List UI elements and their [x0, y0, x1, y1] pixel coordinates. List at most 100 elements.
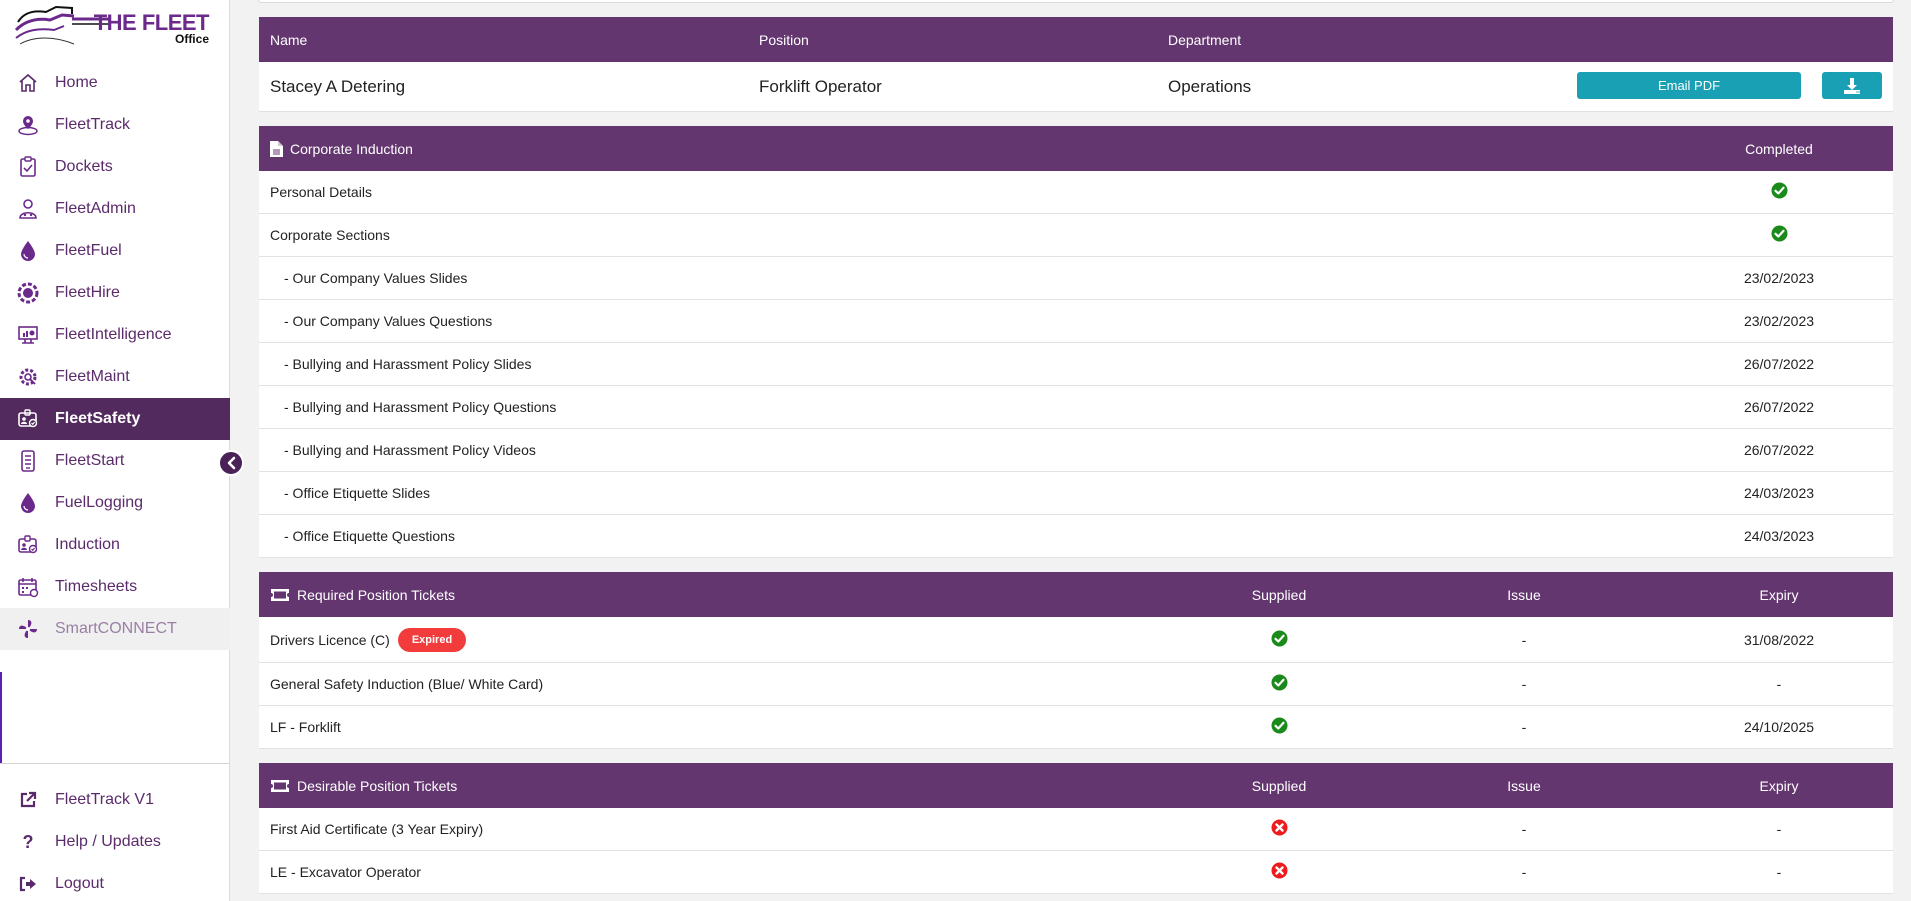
ticket-label-cell: LE - Excavator Operator: [270, 851, 421, 893]
gear-wrench-icon: [17, 366, 39, 388]
ticket-row: LE - Excavator Operator - -: [259, 851, 1893, 894]
desirable-tickets-card: Desirable Position Tickets Supplied Issu…: [259, 763, 1893, 894]
brand-logo[interactable]: THE FLEET Office: [14, 4, 214, 48]
employee-name: Stacey A Detering: [270, 76, 406, 96]
sidebar-item-help-updates[interactable]: ? Help / Updates: [0, 821, 230, 863]
induction-row: - Our Company Values Questions 23/02/2023: [259, 300, 1893, 343]
sidebar-item-dockets[interactable]: Dockets: [0, 146, 230, 188]
sidebar-item-fleettrack-v1[interactable]: FleetTrack V1: [0, 779, 230, 821]
home-icon: [17, 72, 39, 94]
ticket-name: LE - Excavator Operator: [270, 864, 421, 880]
collapse-sidebar-button[interactable]: [218, 450, 244, 476]
cross-circle-icon: [1271, 862, 1288, 882]
sidebar-item-fleethire[interactable]: FleetHire: [0, 272, 230, 314]
sidebar-item-fleetsafety[interactable]: FleetSafety: [0, 398, 230, 440]
sidebar-item-home[interactable]: Home: [0, 62, 230, 104]
ticket-supplied: [1179, 617, 1379, 662]
induction-item-label: Personal Details: [270, 184, 372, 200]
induction-item-label: - Bullying and Harassment Policy Videos: [284, 442, 536, 458]
question-icon: ?: [22, 831, 34, 852]
ticket-row: General Safety Induction (Blue/ White Ca…: [259, 663, 1893, 706]
check-circle-icon: [1271, 717, 1288, 737]
sidebar-divider: [0, 763, 230, 764]
employee-summary-card: Name Position Department Stacey A Deteri…: [259, 17, 1893, 112]
desirable-tickets-rows: First Aid Certificate (3 Year Expiry) - - L…: [259, 808, 1893, 894]
header-supplied: Supplied: [1251, 586, 1307, 603]
induction-item-completed: 26/07/2022: [1743, 356, 1815, 372]
ticket-issue: -: [1521, 719, 1527, 735]
corporate-induction-card: Corporate Induction Completed Personal D…: [259, 126, 1893, 558]
sidebar-item-fleetstart[interactable]: FleetStart: [0, 440, 230, 482]
ticket-label-cell: General Safety Induction (Blue/ White Ca…: [270, 663, 543, 705]
check-circle-icon: [1271, 630, 1288, 650]
induction-row: - Bullying and Harassment Policy Videos 2…: [259, 429, 1893, 472]
mobile-checklist-icon: [17, 450, 39, 472]
corporate-induction-title: Corporate Induction: [290, 140, 413, 157]
main-nav: Home FleetTrack Dockets FleetAdmin Fleet…: [0, 62, 230, 650]
induction-item-label: - Our Company Values Questions: [284, 313, 493, 329]
induction-row: - Office Etiquette Questions 24/03/2023: [259, 515, 1893, 558]
induction-item-completed: 26/07/2022: [1743, 399, 1815, 415]
sidebar-item-induction[interactable]: Induction: [0, 524, 230, 566]
monitor-chart-icon: [17, 324, 39, 346]
corporate-induction-header: Corporate Induction Completed: [259, 126, 1893, 171]
email-pdf-button[interactable]: Email PDF: [1577, 72, 1801, 99]
download-pdf-button[interactable]: [1822, 72, 1882, 99]
induction-item-label: - Bullying and Harassment Policy Slides: [284, 356, 532, 372]
id-badge-icon: [17, 408, 39, 430]
ticket-icon: [270, 588, 290, 602]
required-tickets-title: Required Position Tickets: [297, 586, 455, 603]
sidebar: THE FLEET Office Home FleetTrack Dockets…: [0, 0, 230, 901]
induction-item-completed: 23/02/2023: [1743, 270, 1815, 286]
ticket-name: General Safety Induction (Blue/ White Ca…: [270, 676, 544, 692]
employee-summary-header: Name Position Department: [259, 17, 1893, 62]
header-department: Department: [1168, 31, 1242, 48]
induction-item-completed: 24/03/2023: [1743, 485, 1815, 501]
sidebar-item-fuellogging[interactable]: FuelLogging: [0, 482, 230, 524]
induction-item-completed: 23/02/2023: [1743, 313, 1815, 329]
ticket-row: Drivers Licence (C) Expired - 31/08/2022: [259, 617, 1893, 663]
induction-item-label: Corporate Sections: [270, 227, 390, 243]
brand-subtitle: Office: [174, 32, 209, 46]
fuel-drop-icon: [17, 240, 39, 262]
header-issue: Issue: [1507, 777, 1541, 794]
download-icon: [1844, 77, 1860, 94]
sidebar-item-fleetmaint[interactable]: FleetMaint: [0, 356, 230, 398]
logout-icon: [17, 873, 39, 895]
bottom-nav: FleetTrack V1 ? Help / Updates Logout: [0, 779, 230, 901]
induction-item-completed: [1679, 171, 1879, 213]
induction-row: - Bullying and Harassment Policy Questio…: [259, 386, 1893, 429]
ticket-expiry: -: [1776, 821, 1782, 837]
document-icon: [270, 140, 283, 157]
check-circle-icon: [1771, 225, 1788, 245]
ticket-name: First Aid Certificate (3 Year Expiry): [270, 821, 484, 837]
sidebar-accent-bar: [0, 672, 2, 764]
sidebar-item-timesheets[interactable]: Timesheets: [0, 566, 230, 608]
induction-item-label: - Office Etiquette Slides: [284, 485, 431, 501]
induction-item-completed: 26/07/2022: [1743, 442, 1815, 458]
sidebar-item-fleetfuel[interactable]: FleetFuel: [0, 230, 230, 272]
ticket-label-cell: First Aid Certificate (3 Year Expiry): [270, 808, 483, 850]
id-badge-icon: [17, 534, 39, 556]
sidebar-item-fleetadmin[interactable]: FleetAdmin: [0, 188, 230, 230]
induction-item-label: - Our Company Values Slides: [284, 270, 468, 286]
fuel-drop-icon: [17, 492, 39, 514]
pinwheel-icon: [17, 618, 39, 640]
sidebar-item-logout[interactable]: Logout: [0, 863, 230, 901]
sidebar-item-fleetintelligence[interactable]: FleetIntelligence: [0, 314, 230, 356]
external-link-icon: [17, 789, 39, 811]
header-name: Name: [270, 31, 308, 48]
employee-department: Operations: [1168, 76, 1252, 96]
required-tickets-rows: Drivers Licence (C) Expired - 31/08/2022 Gen…: [259, 617, 1893, 749]
sidebar-item-smartconnect[interactable]: SmartCONNECT: [0, 608, 230, 650]
ticket-row: First Aid Certificate (3 Year Expiry) - -: [259, 808, 1893, 851]
induction-item-label: - Bullying and Harassment Policy Questio…: [284, 399, 557, 415]
ticket-expiry: 24/10/2025: [1743, 719, 1815, 735]
ticket-issue: -: [1521, 821, 1527, 837]
header-expiry: Expiry: [1759, 777, 1799, 794]
induction-item-completed: [1679, 214, 1879, 256]
header-completed: Completed: [1745, 140, 1813, 157]
sidebar-item-fleettrack[interactable]: FleetTrack: [0, 104, 230, 146]
ticket-issue: -: [1521, 864, 1527, 880]
ticket-label-cell: LF - Forklift: [270, 706, 341, 748]
